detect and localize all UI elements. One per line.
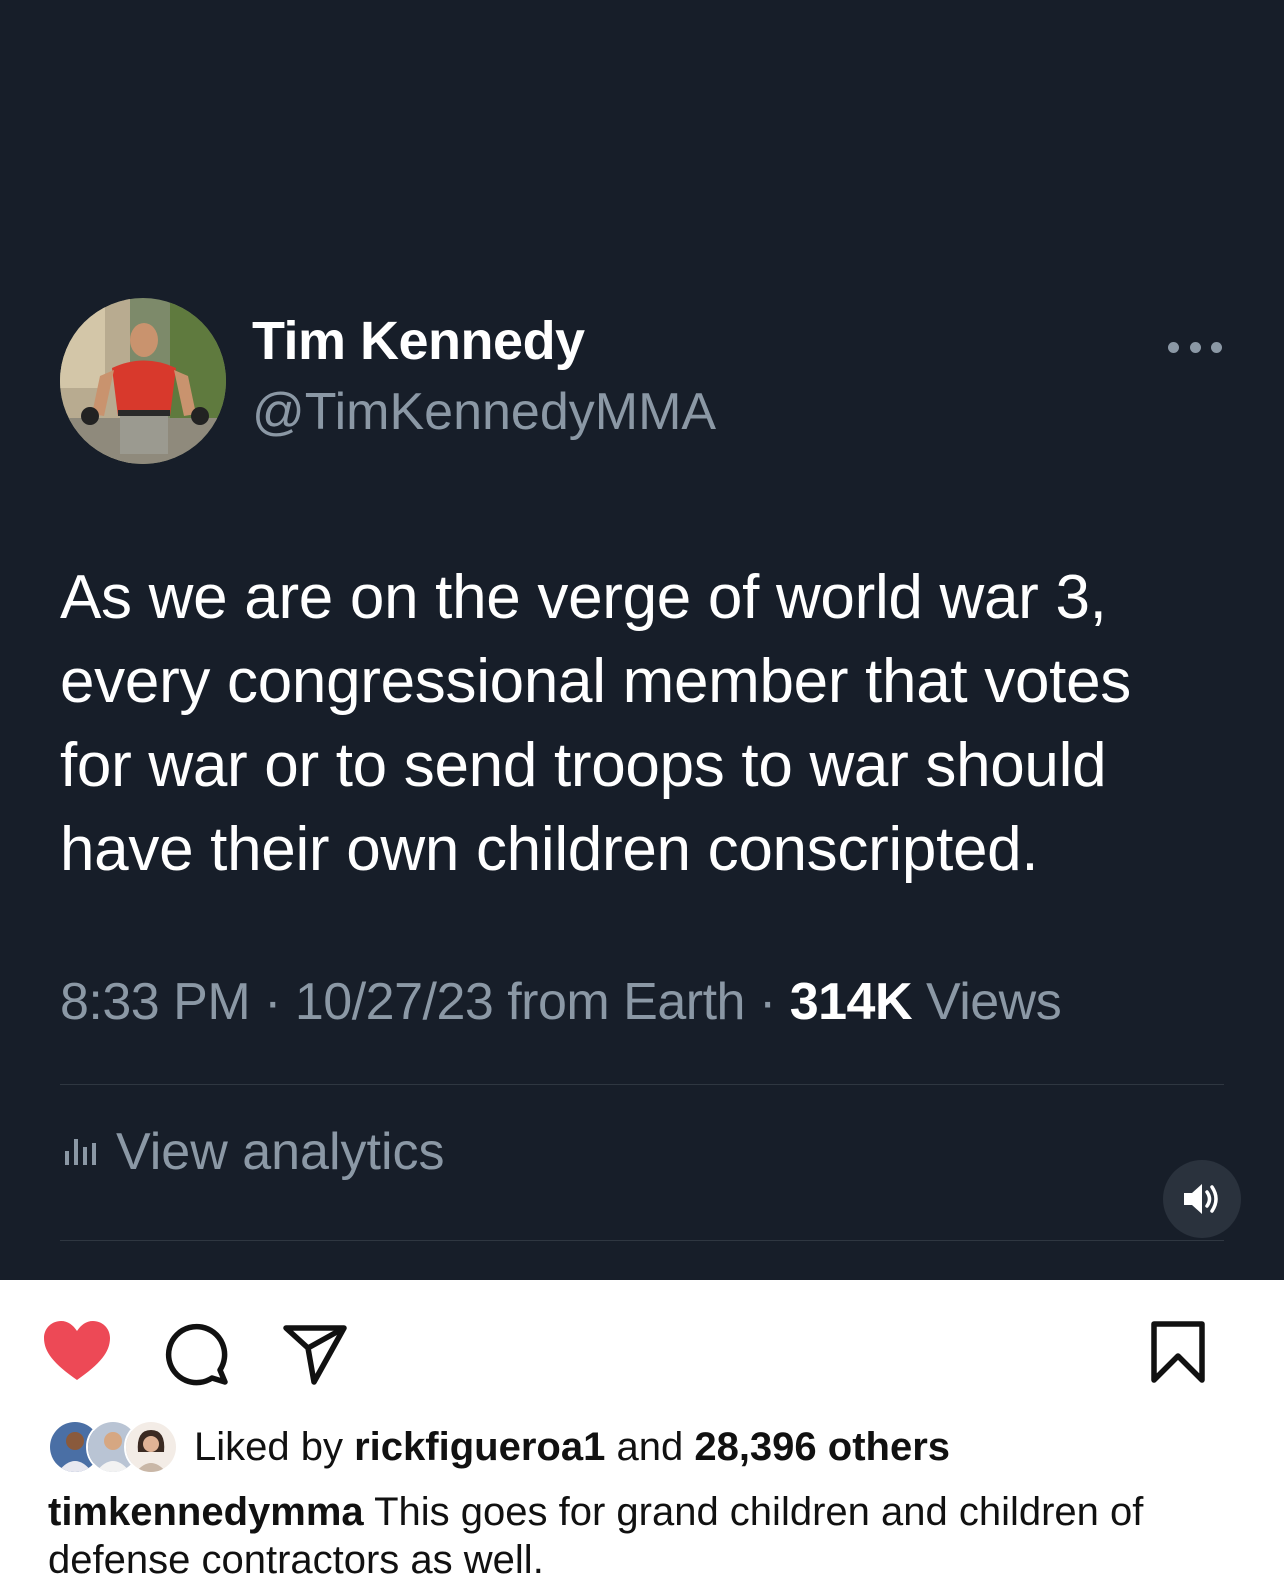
post-caption: timkennedymma This goes for grand childr… (48, 1488, 1248, 1584)
views-label: Views (925, 973, 1062, 1031)
liked-by-and: and (616, 1424, 684, 1469)
bookmark-icon[interactable] (1150, 1320, 1206, 1389)
liked-by-user[interactable]: rickfigueroa1 (354, 1425, 605, 1470)
tweet-text-line: for war or to send troops to war should (60, 731, 1107, 800)
views-count: 314K (789, 973, 913, 1031)
caption-username[interactable]: timkennedymma (48, 1490, 364, 1534)
more-horizontal-icon[interactable] (1168, 332, 1222, 362)
liked-by-row[interactable]: Liked by rickfigueroa1 and 28,396 others (48, 1420, 950, 1474)
tweet-text-line: have their own children conscripted. (60, 815, 1039, 884)
tweet-meta: 8:33 PM · 10/27/23 from Earth · 314K Vie… (60, 972, 1062, 1032)
post-actions-area: Liked by rickfigueroa1 and 28,396 others… (0, 1280, 1284, 1596)
heart-icon[interactable] (42, 1320, 112, 1387)
share-icon[interactable] (282, 1324, 348, 1391)
separator: · (264, 973, 295, 1031)
analytics-label: View analytics (116, 1123, 445, 1181)
tweet-text: As we are on the verge of world war 3, e… (60, 556, 1240, 892)
display-name[interactable]: Tim Kennedy (252, 310, 585, 372)
liker-avatars (48, 1420, 180, 1474)
liked-by-prefix: Liked by (194, 1424, 343, 1469)
tweet-time[interactable]: 8:33 PM (60, 973, 251, 1031)
tweet-screenshot: Tim Kennedy @TimKennedyMMA As we are on … (0, 0, 1284, 1280)
comment-icon[interactable] (165, 1322, 229, 1391)
user-handle[interactable]: @TimKennedyMMA (252, 382, 716, 442)
profile-avatar[interactable] (60, 298, 226, 464)
divider (60, 1240, 1224, 1241)
speaker-icon[interactable] (1163, 1160, 1241, 1238)
view-analytics-link[interactable]: View analytics (64, 1122, 445, 1182)
tweet-text-line: As we are on the verge of world war 3, (60, 563, 1107, 632)
analytics-icon (64, 1133, 98, 1172)
liked-by-others[interactable]: 28,396 others (694, 1425, 950, 1470)
tweet-text-line: every congressional member that votes (60, 647, 1131, 716)
tweet-date: 10/27/23 from Earth (294, 973, 746, 1031)
avatar (124, 1420, 178, 1474)
separator: · (758, 973, 790, 1031)
divider (60, 1084, 1224, 1085)
